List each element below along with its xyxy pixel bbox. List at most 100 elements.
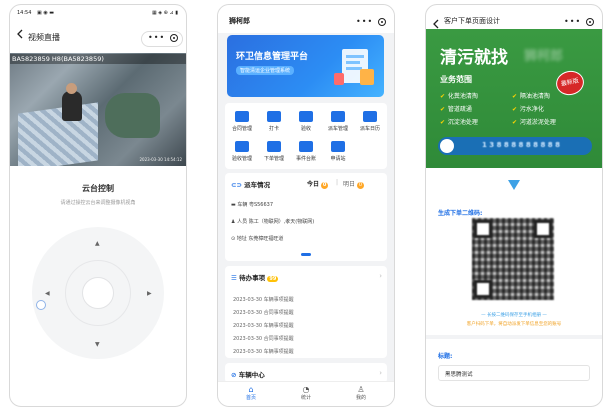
divider — [426, 335, 602, 339]
grid-item-acceptance-mgmt[interactable]: 验收管理 — [228, 141, 256, 162]
vehicle-center-title: ⊘ 车辆中心 — [231, 369, 265, 379]
close-circle-icon[interactable] — [586, 18, 594, 26]
todo-item[interactable]: 2023-03-30 合同事项提醒 — [233, 335, 294, 342]
tab-bar: ⌂ 首页 ◔ 统计 ♙ 我的 — [218, 381, 394, 406]
tab-tomorrow-badge: 0 — [356, 182, 364, 189]
address-value: 东莞樟旺福旺道 — [248, 236, 284, 242]
status-time: 14:54 — [17, 10, 32, 16]
check-icon: ✔ — [512, 93, 518, 100]
link-icon: ⊂⊃ — [231, 181, 245, 189]
close-circle-icon[interactable] — [378, 18, 386, 26]
dispatch-title: ⊂⊃ 派车情况 — [231, 179, 270, 189]
people-label: 人员 — [237, 219, 248, 225]
more-icon[interactable]: ••• — [356, 17, 373, 26]
ptz-joystick[interactable]: ▲ ▼ ◀ ▶ — [32, 227, 164, 359]
banner[interactable]: 环卫信息管理平台 智能清运企业管理系统 — [227, 35, 384, 97]
service-item: ✔ 沉淀池处理 — [440, 117, 478, 126]
order-icon — [267, 141, 281, 152]
business-scope: 业务范围 — [440, 75, 472, 84]
video-timestamp: 2023-03-30 14:54:12 — [139, 157, 182, 162]
camera-label: BA5823859 H8(BA5823859) — [10, 54, 186, 64]
chevron-right-icon[interactable]: › — [379, 369, 382, 377]
tab-today[interactable]: 今日 0 — [307, 179, 329, 189]
qr-finder — [474, 280, 492, 298]
title-input-value[interactable]: 黑思腾测试 — [445, 370, 473, 378]
grid-item-acceptance[interactable]: 验收 — [292, 111, 320, 132]
chevron-right-icon[interactable]: › — [379, 272, 382, 280]
grid-label: 合同管理 — [231, 126, 252, 132]
joystick-handle[interactable] — [36, 300, 46, 310]
arrow-up-icon[interactable]: ▲ — [95, 240, 100, 247]
service-item: ✔ 河道淤泥处理 — [512, 117, 556, 126]
tab-separator: | — [336, 179, 339, 186]
tab-me-label: 我的 — [355, 395, 366, 401]
grid-label: 派车管理 — [327, 126, 348, 132]
service-label: 管道疏通 — [447, 106, 472, 113]
service-label: 河道淤泥处理 — [519, 119, 556, 126]
grid-item-dispatch[interactable]: 派车管理 — [324, 111, 352, 132]
address-label: 地址 — [236, 236, 247, 242]
grid-label: 验收管理 — [231, 156, 252, 162]
tab-me[interactable]: ♙ 我的 — [348, 385, 374, 401]
todo-item[interactable]: 2023-03-30 车辆事项提醒 — [233, 348, 294, 355]
arrow-left-icon[interactable]: ◀ — [45, 290, 50, 297]
check-icon: ✔ — [440, 119, 446, 126]
page-title: 狮柯郎 — [229, 17, 250, 25]
grid-item-events[interactable]: 事件台账 — [292, 141, 320, 162]
grid-item-contract[interactable]: 合同管理 — [228, 111, 256, 132]
phone-video-live: 14:54 ▣ ◉ ▬ ▦ ◈ ⊕ ⊿ ▮ 视频直播 ••• 2023-03-3… — [9, 4, 187, 407]
grid-item-station[interactable]: 申请站 — [324, 141, 352, 162]
todo-item[interactable]: 2023-03-30 车辆事项提醒 — [233, 296, 294, 303]
back-icon[interactable] — [16, 29, 24, 42]
grid-item-clockin[interactable]: 打卡 — [260, 111, 288, 132]
banner-illustration-icon — [334, 49, 374, 85]
todo-item[interactable]: 2023-03-30 车辆事项提醒 — [233, 322, 294, 329]
more-icon[interactable]: ••• — [148, 33, 165, 42]
phone-bar: 1 3 8 8 8 8 8 8 8 8 8 — [438, 137, 592, 155]
truck-icon — [331, 111, 345, 122]
grid-label: 验收 — [300, 126, 311, 132]
tab-tomorrow-label: 明日 — [343, 181, 356, 188]
people-row: ♟ 人员 陈工（物联网）,孝天(物联网) — [231, 218, 314, 225]
video-person — [62, 91, 82, 121]
vehicle-center-card[interactable]: ⊘ 车辆中心 › — [225, 363, 387, 383]
grid-item-dispatch-calendar[interactable]: 派车日历 — [356, 111, 384, 132]
vehicle-value: 粤S56637 — [248, 202, 274, 208]
page-title: 客户下单页面设计 — [444, 17, 500, 25]
tab-home[interactable]: ⌂ 首页 — [238, 385, 264, 401]
contract-icon — [235, 111, 249, 122]
pager-indicator — [301, 253, 311, 256]
arrow-down-icon[interactable]: ▼ — [95, 341, 100, 348]
check-icon: ✔ — [512, 119, 518, 126]
grid-item-orders[interactable]: 下单管理 — [260, 141, 288, 162]
capsule-menu[interactable]: ••• — [349, 15, 391, 31]
todo-badge: 99 — [267, 276, 279, 282]
qr-code[interactable] — [472, 218, 554, 300]
joystick-center-button[interactable] — [82, 277, 114, 309]
home-icon: ⌂ — [248, 385, 254, 394]
compass-icon: ⊘ — [231, 371, 239, 379]
tab-stats[interactable]: ◔ 统计 — [293, 385, 319, 401]
service-item: ✔ 化粪池清掏 — [440, 91, 478, 100]
close-circle-icon[interactable] — [170, 34, 178, 42]
more-icon[interactable]: ••• — [564, 17, 581, 26]
grid-label: 打卡 — [268, 126, 279, 132]
stamp-badge: 最新版 — [553, 68, 587, 98]
todo-title[interactable]: ☰ 待办事项 99 — [231, 272, 279, 282]
dispatch-title-text: 派车情况 — [244, 181, 271, 189]
control-title: 云台控制 — [82, 184, 114, 193]
video-feed[interactable]: 2023-03-30 14:54:12 — [10, 53, 186, 166]
qr-finder — [534, 220, 552, 238]
todo-item[interactable]: 2023-03-30 合同事项提醒 — [233, 309, 294, 316]
service-label: 沉淀池处理 — [447, 119, 478, 126]
tab-tomorrow[interactable]: 明日 0 — [343, 179, 364, 189]
capsule-menu[interactable]: ••• — [141, 31, 183, 47]
ledger-icon — [299, 141, 313, 152]
title-label: 标题: — [438, 353, 453, 360]
status-icons-left: ▣ ◉ ▬ — [37, 10, 54, 16]
service-label: 隔油池清掏 — [519, 93, 550, 100]
tab-today-label: 今日 — [307, 181, 320, 188]
service-item: ✔ 污水净化 — [512, 104, 544, 113]
arrow-right-icon[interactable]: ▶ — [147, 290, 152, 297]
title-input[interactable]: 黑思腾测试 — [438, 365, 590, 381]
